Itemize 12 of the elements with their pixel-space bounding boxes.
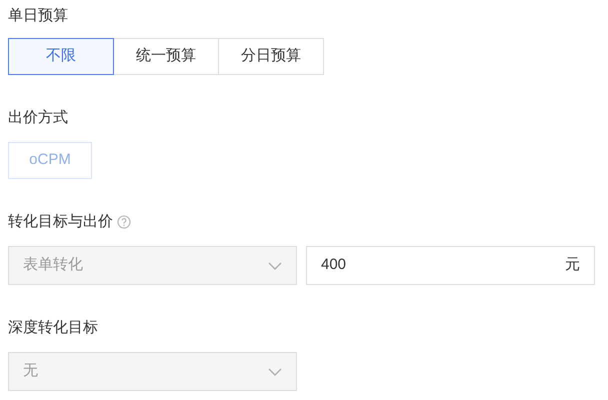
- field-label: 出价方式: [8, 108, 68, 128]
- segment-tab[interactable]: 统一预算: [113, 38, 219, 75]
- bid-input-field[interactable]: 400 元: [306, 246, 595, 285]
- help-icon[interactable]: [117, 215, 131, 229]
- field-label: 转化目标与出价: [8, 212, 113, 232]
- field-label: 深度转化目标: [8, 318, 98, 338]
- field-label: 单日预算: [8, 6, 68, 26]
- segment-tab[interactable]: 不限: [8, 38, 114, 75]
- chevron-down-icon: [268, 262, 282, 270]
- segment-tab[interactable]: 分日预算: [218, 38, 324, 75]
- currency-unit: 元: [565, 255, 580, 276]
- chevron-down-icon: [268, 368, 282, 376]
